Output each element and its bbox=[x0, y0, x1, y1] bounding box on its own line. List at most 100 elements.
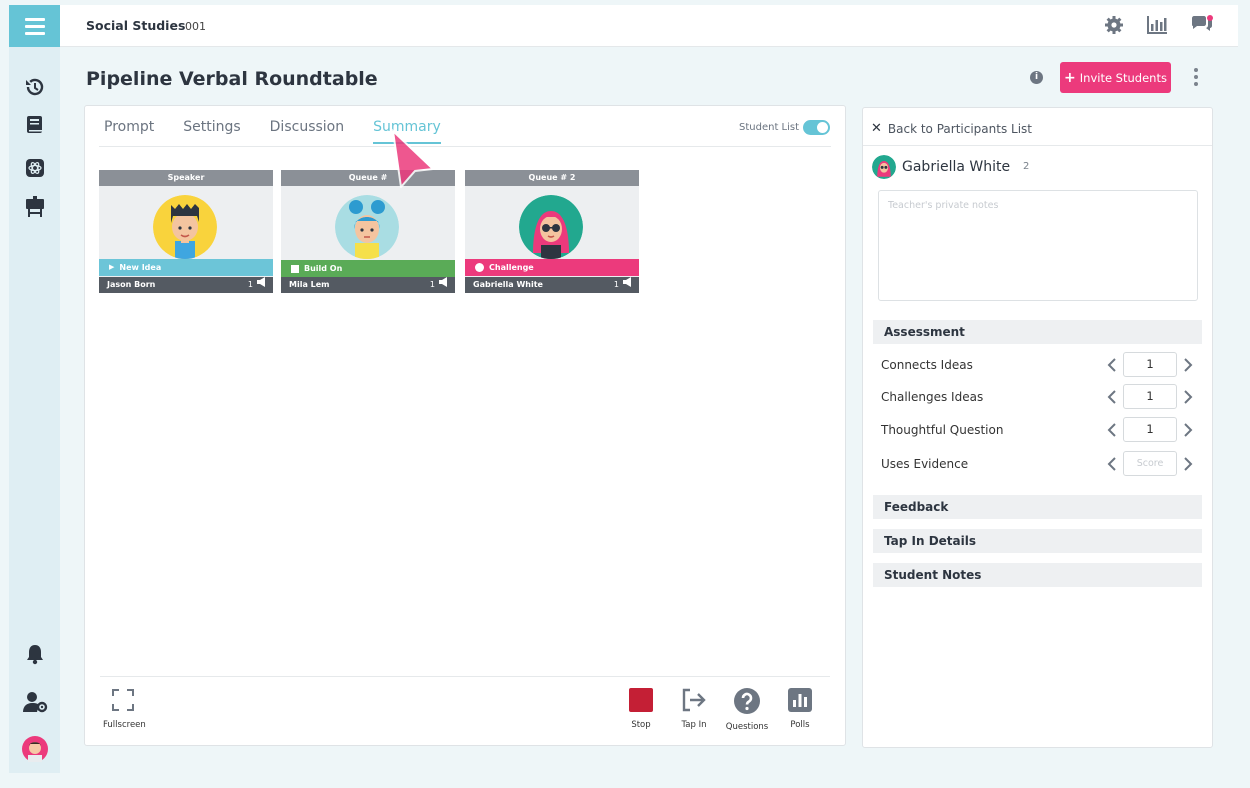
invite-students-button[interactable]: + Invite Students bbox=[1060, 62, 1171, 93]
student-avatar bbox=[153, 195, 217, 259]
bell-icon[interactable] bbox=[9, 640, 60, 668]
plus-icon: + bbox=[1064, 69, 1076, 86]
invite-students-label: Invite Students bbox=[1079, 70, 1167, 85]
tab-discussion[interactable]: Discussion bbox=[270, 119, 344, 144]
tile-footer: Gabriella White 1 bbox=[465, 277, 639, 293]
tile-tag: Challenge bbox=[465, 259, 639, 276]
student-avatar bbox=[335, 195, 399, 259]
book-icon[interactable] bbox=[9, 111, 60, 139]
user-settings-icon[interactable] bbox=[9, 688, 60, 716]
presentation-board-icon[interactable] bbox=[9, 193, 60, 221]
tap-in-details-section-header[interactable]: Tap In Details bbox=[873, 529, 1202, 553]
stop-button[interactable]: Stop bbox=[616, 688, 666, 730]
toolbar-divider bbox=[100, 676, 830, 677]
tile-footer: Mila Lem 1 bbox=[281, 277, 455, 293]
megaphone-icon bbox=[622, 277, 633, 293]
score-input[interactable]: 1 bbox=[1123, 384, 1177, 409]
private-notes-textarea[interactable]: Teacher's private notes bbox=[878, 190, 1198, 301]
score-input[interactable]: 1 bbox=[1123, 352, 1177, 377]
tap-in-button[interactable]: Tap In bbox=[669, 688, 719, 730]
speaker-tile[interactable]: Speaker ▶ New Idea Jason Born 1 bbox=[99, 170, 273, 293]
chevron-right-icon[interactable] bbox=[1183, 357, 1193, 373]
history-icon[interactable] bbox=[9, 73, 60, 101]
course-name[interactable]: Social Studies bbox=[86, 18, 185, 33]
chevron-right-icon[interactable] bbox=[1183, 456, 1193, 472]
tap-in-label: Tap In bbox=[681, 720, 707, 730]
queue-tile[interactable]: Queue # 2 Challenge Gabriella White 1 bbox=[465, 170, 639, 293]
participant-name: Gabriella White bbox=[902, 159, 1011, 175]
student-notes-section-header[interactable]: Student Notes bbox=[873, 563, 1202, 587]
tile-tag-label: Build On bbox=[304, 264, 343, 273]
chevron-left-icon[interactable] bbox=[1107, 357, 1117, 373]
info-icon[interactable]: i bbox=[1030, 71, 1043, 84]
student-name: Gabriella White bbox=[473, 280, 543, 289]
student-avatar bbox=[519, 195, 583, 259]
talk-count: 1 bbox=[247, 280, 253, 289]
chat-notification-icon[interactable] bbox=[1190, 15, 1214, 39]
criterion-stepper: 1 bbox=[1107, 417, 1193, 442]
settings-gear-icon[interactable] bbox=[1104, 15, 1124, 39]
tap-in-icon bbox=[682, 688, 706, 712]
square-icon bbox=[291, 264, 299, 273]
tabs-divider bbox=[99, 146, 831, 147]
megaphone-icon bbox=[438, 277, 449, 293]
pointer-cursor-icon bbox=[390, 128, 436, 192]
criterion-stepper: 1 bbox=[1107, 352, 1193, 377]
student-name: Mila Lem bbox=[289, 280, 330, 289]
criterion-label: Connects Ideas bbox=[881, 358, 973, 372]
fullscreen-button[interactable]: Fullscreen bbox=[103, 688, 146, 730]
criterion-label: Thoughtful Question bbox=[881, 423, 1004, 437]
talk-count: 1 bbox=[429, 280, 435, 289]
score-input[interactable]: Score bbox=[1123, 451, 1177, 476]
stop-icon bbox=[629, 688, 653, 712]
questions-button[interactable]: Questions bbox=[722, 688, 772, 732]
play-icon: ▶ bbox=[109, 263, 115, 271]
megaphone-icon bbox=[256, 277, 267, 293]
tile-tag-label: New Idea bbox=[119, 263, 162, 272]
tile-footer: Jason Born 1 bbox=[99, 277, 273, 293]
tab-prompt[interactable]: Prompt bbox=[104, 119, 154, 144]
discussion-card: Prompt Settings Discussion Summary Stude… bbox=[84, 105, 846, 746]
participant-count: 2 bbox=[1023, 161, 1030, 172]
tile-header: Queue # 2 bbox=[465, 170, 639, 186]
chevron-right-icon[interactable] bbox=[1183, 389, 1193, 405]
tile-header: Speaker bbox=[99, 170, 273, 186]
stop-label: Stop bbox=[631, 720, 651, 730]
polls-icon bbox=[788, 688, 812, 712]
back-link-label: Back to Participants List bbox=[887, 121, 1032, 136]
page-title: Pipeline Verbal Roundtable bbox=[86, 68, 378, 90]
section-number: 001 bbox=[185, 20, 206, 33]
back-to-participants-link[interactable]: ✕ Back to Participants List bbox=[871, 121, 1032, 136]
score-input[interactable]: 1 bbox=[1123, 417, 1177, 442]
chevron-right-icon[interactable] bbox=[1183, 422, 1193, 438]
participant-panel: ✕ Back to Participants List Gabriella Wh… bbox=[862, 107, 1213, 748]
left-sidebar bbox=[9, 5, 60, 773]
tile-tag: ▶ New Idea bbox=[99, 259, 273, 276]
menu-button[interactable] bbox=[9, 5, 60, 47]
fullscreen-icon bbox=[112, 689, 134, 711]
questions-label: Questions bbox=[725, 722, 769, 732]
student-list-toggle[interactable] bbox=[803, 120, 830, 135]
polls-label: Polls bbox=[790, 720, 810, 730]
hamburger-icon bbox=[24, 16, 45, 37]
chevron-left-icon[interactable] bbox=[1107, 422, 1117, 438]
polls-button[interactable]: Polls bbox=[775, 688, 825, 730]
top-bar: Social Studies 001 bbox=[60, 5, 1238, 47]
avatar[interactable] bbox=[9, 735, 60, 763]
tile-tag-label: Challenge bbox=[489, 263, 534, 272]
more-options-icon[interactable] bbox=[1191, 68, 1201, 88]
bar-chart-icon[interactable] bbox=[1146, 15, 1168, 39]
chevron-left-icon[interactable] bbox=[1107, 456, 1117, 472]
atom-icon[interactable] bbox=[9, 154, 60, 182]
feedback-section-header[interactable]: Feedback bbox=[873, 495, 1202, 519]
participant-avatar bbox=[872, 155, 896, 179]
criterion-stepper: 1 bbox=[1107, 384, 1193, 409]
tab-settings[interactable]: Settings bbox=[183, 119, 240, 144]
student-name: Jason Born bbox=[107, 280, 156, 289]
tile-tag: Build On bbox=[281, 260, 455, 277]
assessment-section-header[interactable]: Assessment bbox=[873, 320, 1202, 344]
chevron-left-icon[interactable] bbox=[1107, 389, 1117, 405]
criterion-stepper: Score bbox=[1107, 451, 1193, 476]
close-icon: ✕ bbox=[871, 121, 882, 136]
talk-count: 1 bbox=[613, 280, 619, 289]
